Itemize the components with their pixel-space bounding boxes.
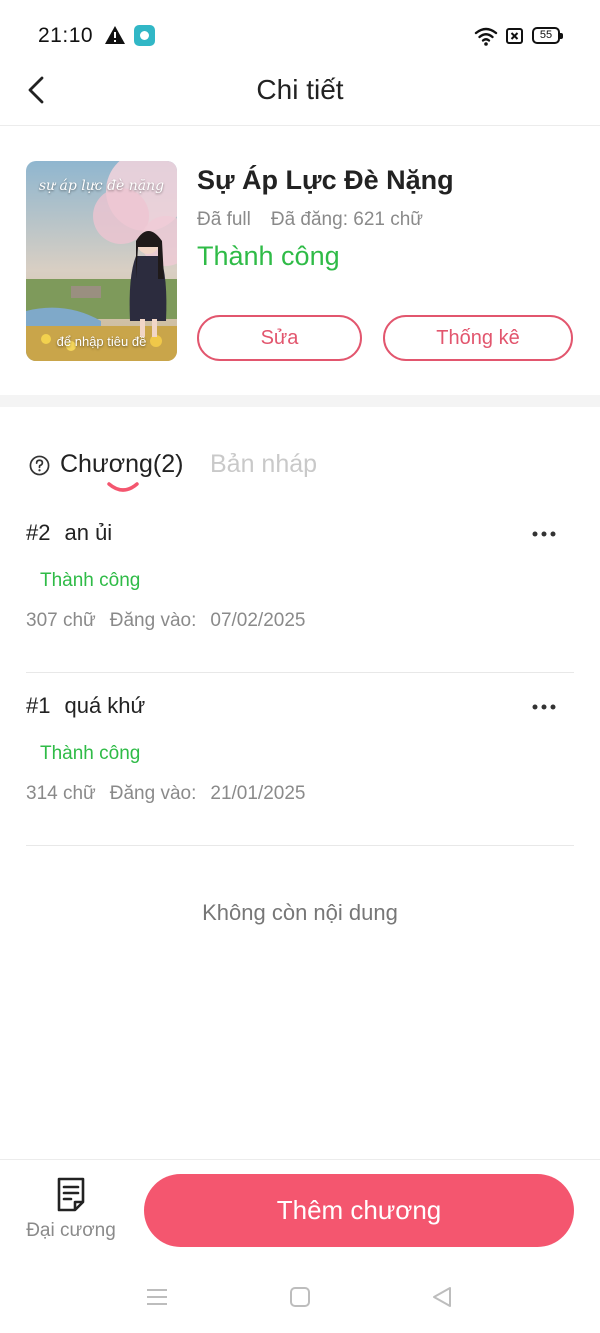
close-box-icon — [506, 28, 523, 44]
completion-status: Đã full — [197, 209, 251, 230]
chapter-status: Thành công — [40, 743, 141, 764]
end-of-list-note: Không còn nội dung — [202, 900, 398, 925]
cover-title: sự áp lực đè nặng — [38, 178, 165, 194]
tab-chapters[interactable]: Chương(2) — [60, 450, 183, 479]
chapter-item[interactable]: #2 an ủi Thành công 307 chữ Đăng vào: 07/02… — [26, 500, 574, 673]
chapter-item[interactable]: #1 quá khứ Thành công 314 chữ Đăng vào: 21/… — [26, 673, 574, 846]
chapter-status: Thành công — [40, 570, 141, 591]
chapter-title: #2 an ủi — [26, 520, 112, 546]
chapter-tabs: Chương(2) Bản nháp — [0, 440, 600, 500]
chapter-name: quá khứ — [64, 693, 146, 718]
book-meta: Đã full Đã đăng: 621 chữ — [197, 209, 423, 231]
system-nav-bar — [0, 1263, 600, 1333]
more-icon[interactable] — [532, 703, 556, 711]
outline-label: Đại cương — [26, 1220, 116, 1241]
cover-caption: để nhập tiêu đề — [56, 334, 147, 349]
status-bar: 21:10 55 — [0, 0, 600, 70]
chapter-posted-label: Đăng vào: — [109, 783, 197, 804]
status-time: 21:10 — [38, 24, 94, 47]
stats-button[interactable]: Thống kê — [383, 315, 573, 361]
chapter-words: 314 chữ — [26, 783, 96, 804]
chapter-words: 307 chữ — [26, 610, 96, 631]
outline-document-icon — [57, 1177, 85, 1212]
bottom-bar: Đại cương Thêm chương — [0, 1159, 600, 1263]
chapter-meta: 307 chữ Đăng vào: 07/02/2025 — [26, 610, 305, 632]
nav-home-icon[interactable] — [289, 1286, 311, 1308]
help-icon[interactable] — [29, 455, 50, 476]
chapter-posted-label: Đăng vào: — [109, 610, 197, 631]
header: Chi tiết — [0, 62, 600, 126]
wifi-icon — [474, 27, 498, 46]
tab-drafts[interactable]: Bản nháp — [210, 450, 317, 479]
chapter-date: 21/01/2025 — [210, 783, 306, 804]
add-chapter-button[interactable]: Thêm chương — [144, 1174, 574, 1247]
book-status: Thành công — [197, 241, 340, 271]
nav-menu-icon[interactable] — [146, 1287, 168, 1307]
tab-indicator — [107, 482, 139, 492]
warning-icon — [105, 26, 125, 44]
battery-icon: 55 — [532, 27, 563, 44]
page-title: Chi tiết — [256, 74, 344, 105]
nav-back-icon[interactable] — [430, 1285, 454, 1309]
app-notification-icon — [134, 25, 155, 46]
book-cover[interactable]: sự áp lực đè nặng để nhập tiêu đề — [26, 161, 177, 361]
book-info: sự áp lực đè nặng để nhập tiêu đề Sự Áp … — [0, 127, 600, 395]
section-divider — [0, 395, 600, 407]
more-icon[interactable] — [532, 530, 556, 538]
chapter-number: #2 — [26, 520, 51, 545]
word-count: Đã đăng: 621 chữ — [270, 209, 424, 230]
chapter-meta: 314 chữ Đăng vào: 21/01/2025 — [26, 783, 305, 805]
chapter-date: 07/02/2025 — [210, 610, 306, 631]
outline-button[interactable]: Đại cương — [18, 1176, 124, 1252]
edit-button[interactable]: Sửa — [197, 315, 362, 361]
book-title: Sự Áp Lực Đè Nặng — [197, 165, 454, 195]
chapter-number: #1 — [26, 693, 51, 718]
chapter-title: #1 quá khứ — [26, 693, 145, 719]
chapter-name: an ủi — [64, 520, 113, 545]
